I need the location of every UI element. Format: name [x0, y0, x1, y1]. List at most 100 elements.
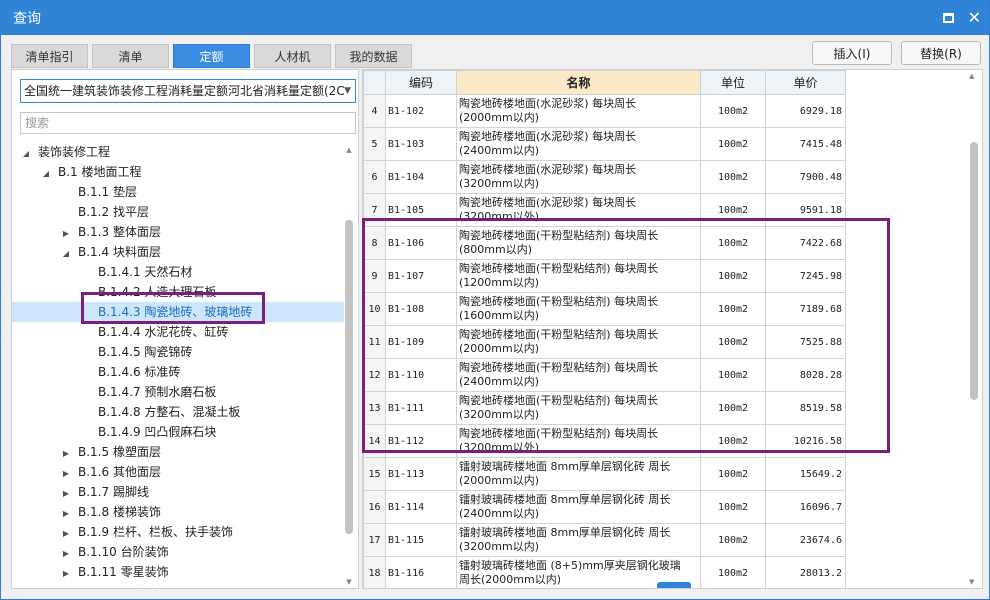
tree-item[interactable]: ▶ B.1.7 踢脚线	[12, 482, 344, 502]
header-unit[interactable]: 单位	[700, 70, 766, 95]
row-number: 18	[363, 556, 386, 588]
tree-item[interactable]: B.1.4.2 人造大理石板	[12, 282, 344, 302]
unit-cell: 100m2	[700, 556, 766, 588]
tree-scrollbar[interactable]: ▲ ▼	[344, 146, 354, 586]
tree-item-label: B.1.4 块料面层	[78, 245, 161, 259]
table-row[interactable]: 11 B1-109 陶瓷地砖楼地面(干粉型粘结剂) 每块周长 (2000mm以内) 10…	[363, 325, 846, 359]
scroll-up-icon[interactable]: ▲	[969, 72, 974, 80]
name-line-1: 陶瓷地砖楼地面(干粉型粘结剂) 每块周长	[459, 361, 659, 374]
name-line-2: (2400mm以内)	[459, 144, 540, 157]
collapsed-arrow-icon[interactable]: ▶	[60, 464, 72, 484]
table-scrollbar[interactable]: ▲ ▼	[968, 70, 980, 588]
collapsed-arrow-icon[interactable]: ▶	[60, 524, 72, 544]
table-row[interactable]: 9 B1-107 陶瓷地砖楼地面(干粉型粘结剂) 每块周长 (1200mm以内) 100…	[363, 259, 846, 293]
name-line-2: (3200mm以内)	[459, 408, 540, 421]
name-line-2: (2000mm以内)	[459, 342, 540, 355]
scroll-down-icon[interactable]: ▼	[344, 578, 354, 586]
tree-item[interactable]: B.1.4.3 陶瓷地砖、玻璃地砖	[12, 302, 344, 322]
table-row[interactable]: 6 B1-104 陶瓷地砖楼地面(水泥砂浆) 每块周长 (3200mm以内) 100m2…	[363, 160, 846, 194]
tree-item[interactable]: ▶ B.1.6 其他面层	[12, 462, 344, 482]
scroll-thumb[interactable]	[345, 220, 353, 534]
tree-item[interactable]: B.1.4.9 凹凸假麻石块	[12, 422, 344, 442]
collapsed-arrow-icon[interactable]: ▶	[60, 484, 72, 504]
collapsed-arrow-icon[interactable]: ▶	[60, 584, 72, 586]
table-row[interactable]: 10 B1-108 陶瓷地砖楼地面(干粉型粘结剂) 每块周长 (1600mm以内) 10…	[363, 292, 846, 326]
tree-item[interactable]: ▶ B.1.3 整体面层	[12, 222, 344, 242]
expanded-arrow-icon[interactable]: ◢	[20, 144, 32, 164]
scroll-up-icon[interactable]: ▲	[344, 146, 354, 154]
table-row[interactable]: 13 B1-111 陶瓷地砖楼地面(干粉型粘结剂) 每块周长 (3200mm以内) 10…	[363, 391, 846, 425]
table-row[interactable]: 8 B1-106 陶瓷地砖楼地面(干粉型粘结剂) 每块周长 (800mm以内) 100m…	[363, 226, 846, 260]
tree-item[interactable]: ◢ B.1 楼地面工程	[12, 162, 344, 182]
tree-item[interactable]: ▶ B.1.8 楼梯装饰	[12, 502, 344, 522]
close-icon[interactable]: ✕	[968, 10, 981, 26]
name-cell: 陶瓷地砖楼地面(水泥砂浆) 每块周长 (3200mm以内)	[456, 160, 701, 194]
replace-button[interactable]: 替换(R)	[901, 41, 981, 65]
table-row[interactable]: 18 B1-116 镭射玻璃砖楼地面 (8+5)mm厚夹层钢化玻璃 周长(2000mm…	[363, 556, 846, 588]
code-cell: B1-106	[385, 226, 457, 260]
collapsed-arrow-icon[interactable]: ▶	[60, 224, 72, 244]
chevron-down-icon[interactable]: ▼	[344, 80, 351, 102]
name-cell: 陶瓷地砖楼地面(干粉型粘结剂) 每块周长 (800mm以内)	[456, 226, 701, 260]
tree-item[interactable]: B.1.1 垫层	[12, 182, 344, 202]
library-select[interactable]: 全国统一建筑装饰装修工程消耗量定额河北省消耗量定额(2C ▼	[20, 79, 356, 103]
collapsed-arrow-icon[interactable]: ▶	[60, 504, 72, 524]
tab-bill-guide[interactable]: 清单指引	[11, 44, 88, 68]
collapsed-arrow-icon[interactable]: ▶	[60, 564, 72, 584]
tab-quota[interactable]: 定额	[173, 44, 250, 68]
splitter-handle[interactable]	[657, 582, 691, 588]
code-cell: B1-113	[385, 457, 457, 491]
table-row[interactable]: 16 B1-114 镭射玻璃砖楼地面 8mm厚单层钢化砖 周长 (2400mm以内) 1…	[363, 490, 846, 524]
header-price[interactable]: 单价	[765, 70, 846, 95]
tree-item[interactable]: B.1.4.1 天然石材	[12, 262, 344, 282]
table-row[interactable]: 5 B1-103 陶瓷地砖楼地面(水泥砂浆) 每块周长 (2400mm以内) 100m2…	[363, 127, 846, 161]
tree-item-label: B.1.1 垫层	[78, 185, 137, 199]
tree-item[interactable]: ▶ B.1.11 零星装饰	[12, 562, 344, 582]
name-line-1: 陶瓷地砖楼地面(干粉型粘结剂) 每块周长	[459, 427, 659, 440]
tree-item[interactable]: ◢ 装饰装修工程	[12, 142, 344, 162]
tree-item[interactable]: B.1.4.6 标准砖	[12, 362, 344, 382]
tree-item-label: B.1.4.9 凹凸假麻石块	[98, 425, 217, 439]
table-row[interactable]: 7 B1-105 陶瓷地砖楼地面(水泥砂浆) 每块周长 (3200mm以外) 100m2…	[363, 193, 846, 227]
tree-item[interactable]: ▶ B.1.12 预制砖块	[12, 582, 344, 586]
tab-bill[interactable]: 清单	[92, 44, 169, 68]
expanded-arrow-icon[interactable]: ◢	[60, 244, 72, 264]
collapsed-arrow-icon[interactable]: ▶	[60, 444, 72, 464]
table-row[interactable]: 12 B1-110 陶瓷地砖楼地面(干粉型粘结剂) 每块周长 (2400mm以内) 10…	[363, 358, 846, 392]
tree-item[interactable]: B.1.2 找平层	[12, 202, 344, 222]
tab-labor-material[interactable]: 人材机	[254, 44, 331, 68]
tab-my-data[interactable]: 我的数据	[335, 44, 412, 68]
collapsed-arrow-icon[interactable]: ▶	[60, 544, 72, 564]
price-cell: 9591.18	[765, 193, 846, 227]
header-code[interactable]: 编码	[385, 70, 457, 95]
name-line-2: (2000mm以内)	[459, 474, 540, 487]
scroll-down-icon[interactable]: ▼	[969, 578, 974, 586]
tree-item[interactable]: B.1.4.7 预制水磨石板	[12, 382, 344, 402]
table-row[interactable]: 17 B1-115 镭射玻璃砖楼地面 8mm厚单层钢化砖 周长 (3200mm以内) 1…	[363, 523, 846, 557]
maximize-icon[interactable]	[942, 13, 954, 23]
name-line-2: (1600mm以内)	[459, 309, 540, 322]
code-cell: B1-105	[385, 193, 457, 227]
tree-item[interactable]: B.1.4.8 方整石、混凝土板	[12, 402, 344, 422]
price-cell: 7525.88	[765, 325, 846, 359]
row-number: 11	[363, 325, 386, 359]
tree-item[interactable]: ▶ B.1.10 台阶装饰	[12, 542, 344, 562]
table-row[interactable]: 4 B1-102 陶瓷地砖楼地面(水泥砂浆) 每块周长 (2000mm以内) 100m2…	[363, 94, 846, 128]
tree-item[interactable]: B.1.4.4 水泥花砖、缸砖	[12, 322, 344, 342]
tree-item[interactable]: ◢ B.1.4 块料面层	[12, 242, 344, 262]
tree-item[interactable]: ▶ B.1.5 橡塑面层	[12, 442, 344, 462]
search-input[interactable]	[21, 113, 355, 133]
name-line-1: 陶瓷地砖楼地面(干粉型粘结剂) 每块周长	[459, 229, 659, 242]
search-field[interactable]	[20, 112, 356, 134]
insert-button[interactable]: 插入(I)	[812, 41, 892, 65]
tree-item[interactable]: B.1.4.5 陶瓷锦砖	[12, 342, 344, 362]
row-number: 7	[363, 193, 386, 227]
header-name[interactable]: 名称	[456, 70, 701, 95]
unit-cell: 100m2	[700, 424, 766, 458]
expanded-arrow-icon[interactable]: ◢	[40, 164, 52, 184]
unit-cell: 100m2	[700, 490, 766, 524]
scroll-thumb[interactable]	[970, 142, 978, 400]
table-row[interactable]: 15 B1-113 镭射玻璃砖楼地面 8mm厚单层钢化砖 周长 (2000mm以内) 1…	[363, 457, 846, 491]
tree-item[interactable]: ▶ B.1.9 栏杆、栏板、扶手装饰	[12, 522, 344, 542]
table-row[interactable]: 14 B1-112 陶瓷地砖楼地面(干粉型粘结剂) 每块周长 (3200mm以外) 10…	[363, 424, 846, 458]
